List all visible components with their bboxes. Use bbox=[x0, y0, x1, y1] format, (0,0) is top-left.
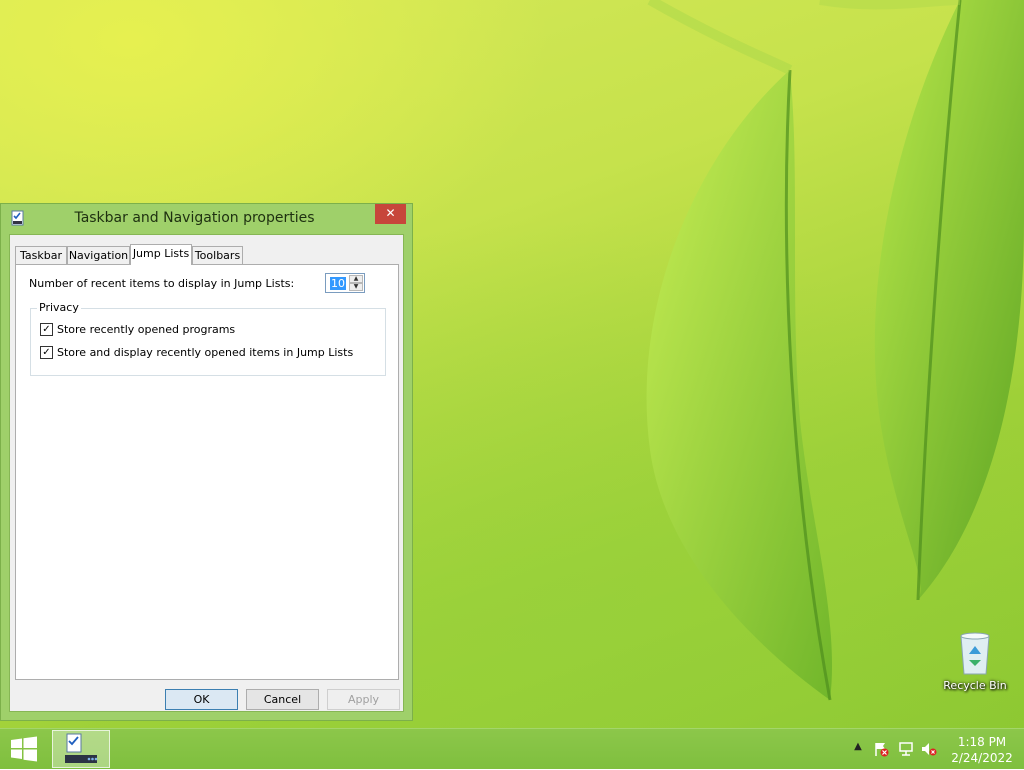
recent-items-value[interactable]: 10 bbox=[330, 277, 346, 290]
privacy-groupbox: Privacy ✓ Store recently opened programs … bbox=[30, 301, 386, 376]
ok-button[interactable]: OK bbox=[165, 689, 238, 710]
store-programs-checkbox[interactable]: ✓ bbox=[40, 322, 53, 336]
tab-navigation[interactable]: Navigation bbox=[67, 246, 130, 264]
properties-dialog: Taskbar and Navigation properties ✕ Task… bbox=[0, 203, 413, 721]
jump-lists-panel: Number of recent items to display in Jum… bbox=[15, 264, 399, 680]
title-bar[interactable]: Taskbar and Navigation properties ✕ bbox=[1, 204, 412, 234]
system-clock[interactable]: 1:18 PM 2/24/2022 bbox=[950, 734, 1014, 766]
recycle-bin-icon bbox=[960, 632, 990, 675]
store-items-option[interactable]: ✓ Store and display recently opened items… bbox=[40, 345, 354, 360]
recycle-bin-label: Recycle Bin bbox=[943, 679, 1007, 692]
dialog-client-area: Taskbar Navigation Jump Lists Toolbars N… bbox=[9, 234, 404, 712]
recent-items-spinner[interactable]: 10 ▲ ▼ bbox=[325, 273, 365, 293]
taskbar: ▲ 1:18 PM 2/24/2022 bbox=[0, 728, 1024, 769]
clock-time: 1:18 PM bbox=[957, 735, 1007, 749]
chevron-up-icon[interactable]: ▲ bbox=[850, 741, 866, 757]
tab-toolbars[interactable]: Toolbars bbox=[192, 246, 243, 264]
tab-taskbar[interactable]: Taskbar bbox=[15, 246, 67, 264]
spin-up-icon[interactable]: ▲ bbox=[349, 275, 363, 283]
taskbar-app-button[interactable] bbox=[52, 730, 110, 768]
store-programs-option[interactable]: ✓ Store recently opened programs bbox=[40, 322, 236, 337]
apply-button[interactable]: Apply bbox=[327, 689, 400, 710]
clock-date: 2/24/2022 bbox=[951, 751, 1013, 765]
taskbar-properties-icon bbox=[65, 733, 98, 763]
network-icon[interactable] bbox=[898, 741, 914, 757]
store-items-label: Store and display recently opened items … bbox=[57, 346, 354, 359]
action-center-flag-icon[interactable] bbox=[873, 741, 889, 757]
volume-muted-icon[interactable] bbox=[921, 741, 937, 757]
cancel-button[interactable]: Cancel bbox=[246, 689, 319, 710]
windows-start-icon[interactable] bbox=[10, 736, 38, 762]
store-items-checkbox[interactable]: ✓ bbox=[40, 345, 53, 359]
close-button[interactable]: ✕ bbox=[375, 204, 406, 224]
spin-down-icon[interactable]: ▼ bbox=[349, 283, 363, 291]
store-programs-label: Store recently opened programs bbox=[57, 323, 236, 336]
tab-jump-lists[interactable]: Jump Lists bbox=[130, 244, 192, 265]
privacy-legend: Privacy bbox=[37, 301, 81, 314]
recent-items-label: Number of recent items to display in Jum… bbox=[29, 277, 295, 290]
window-title: Taskbar and Navigation properties bbox=[74, 210, 315, 226]
recycle-bin-shortcut[interactable]: Recycle Bin bbox=[942, 630, 1008, 692]
